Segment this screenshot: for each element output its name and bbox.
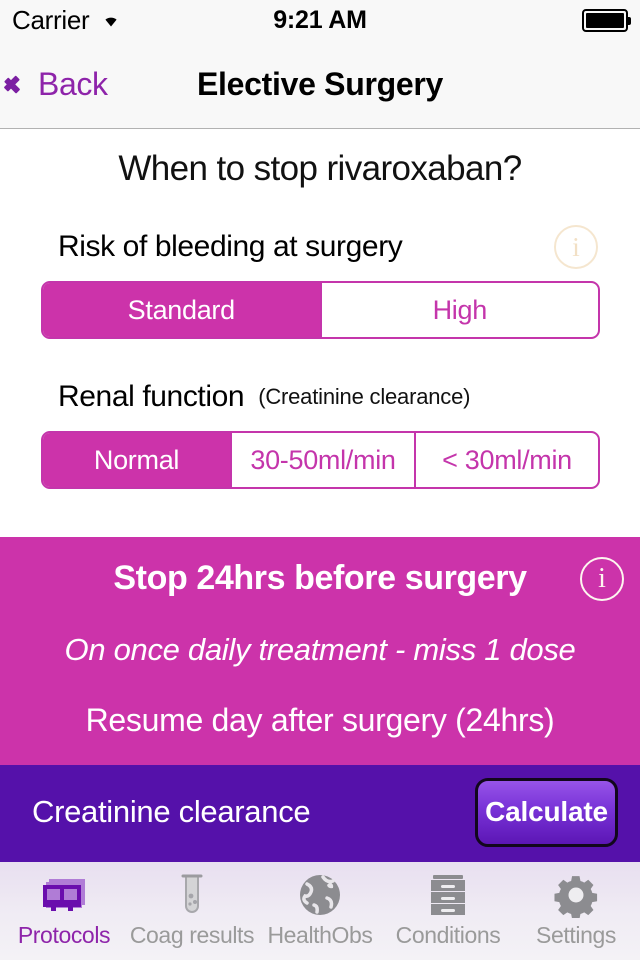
calculator-label: Creatinine clearance <box>32 794 311 829</box>
question-heading: When to stop rivaroxaban? <box>118 149 522 188</box>
segment-renal-normal[interactable]: Normal <box>43 433 230 487</box>
result-note: On once daily treatment - miss 1 dose <box>64 632 576 667</box>
result-headline-row: Stop 24hrs before surgery i <box>0 556 640 601</box>
renal-function-segmented-control[interactable]: Normal 30-50ml/min < 30ml/min <box>41 431 600 489</box>
tab-bar: Protocols Coag results HealthObs Conditi… <box>0 859 640 960</box>
test-tube-icon <box>175 870 209 920</box>
globe-icon <box>297 870 343 920</box>
tab-conditions[interactable]: Conditions <box>384 862 512 960</box>
result-banner: Stop 24hrs before surgery i On once dail… <box>0 537 640 765</box>
segment-bleeding-standard[interactable]: Standard <box>43 283 320 337</box>
back-button-label: Back <box>38 65 108 102</box>
info-icon[interactable]: i <box>580 556 624 601</box>
battery-full-icon <box>582 8 631 32</box>
main-content: When to stop rivaroxaban? Risk of bleedi… <box>0 129 640 537</box>
gear-icon <box>553 870 599 920</box>
renal-function-label-row: Renal function (Creatinine clearance) <box>0 377 640 417</box>
tab-label-conditions: Conditions <box>395 922 501 948</box>
tab-protocols[interactable]: Protocols <box>0 862 128 960</box>
app-screen: Carrier 9:21 AM Back Elective Surgery Wh… <box>0 0 640 960</box>
tab-healthobs[interactable]: HealthObs <box>256 862 384 960</box>
calculator-bar: Creatinine clearance Calculate <box>0 765 640 859</box>
segment-renal-under-30[interactable]: < 30ml/min <box>414 433 598 487</box>
file-cabinet-icon <box>428 870 468 920</box>
segment-bleeding-high[interactable]: High <box>319 283 599 337</box>
tab-label-healthobs: HealthObs <box>267 922 373 948</box>
result-headline: Stop 24hrs before surgery <box>113 559 527 597</box>
result-resume: Resume day after surgery (24hrs) <box>85 702 555 738</box>
tab-label-settings: Settings <box>536 922 616 948</box>
segment-renal-30-50[interactable]: 30-50ml/min <box>230 433 414 487</box>
documents-stack-icon <box>38 870 90 920</box>
bleeding-risk-label: Risk of bleeding at surgery <box>58 230 403 263</box>
bleeding-risk-segmented-control[interactable]: Standard High <box>41 281 600 339</box>
status-bar-right <box>582 8 631 32</box>
tab-settings[interactable]: Settings <box>512 862 640 960</box>
back-button[interactable]: Back <box>0 66 108 103</box>
navigation-bar: Back Elective Surgery <box>0 40 640 129</box>
tab-label-protocols: Protocols <box>17 922 111 948</box>
renal-function-sublabel: (Creatinine clearance) <box>258 384 471 409</box>
calculate-button[interactable]: Calculate <box>475 777 618 847</box>
status-bar: Carrier 9:21 AM <box>0 0 640 40</box>
tab-coag-results[interactable]: Coag results <box>128 862 256 960</box>
info-icon[interactable]: i <box>554 225 598 269</box>
tab-label-coag-results: Coag results <box>129 922 255 948</box>
bleeding-risk-label-row: Risk of bleeding at surgery i <box>0 225 640 269</box>
chevron-left-icon <box>14 70 30 98</box>
status-time: 9:21 AM <box>273 5 367 34</box>
renal-function-label: Renal function <box>58 380 245 413</box>
